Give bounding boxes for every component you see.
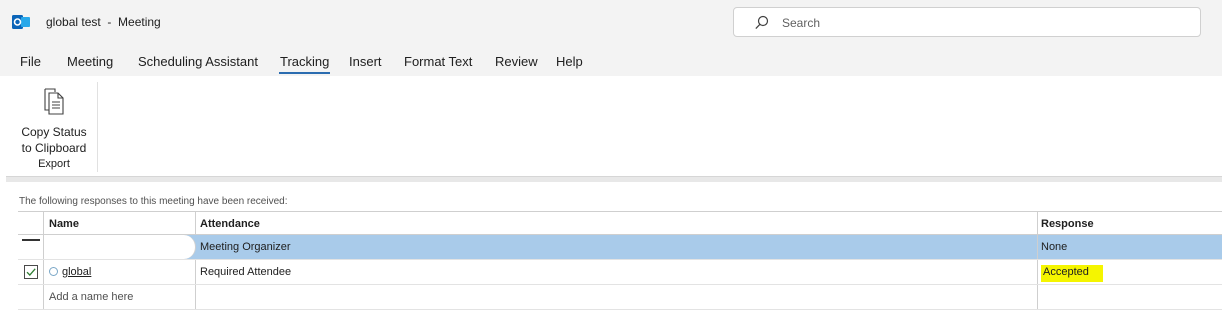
row-empty-cell [18, 285, 44, 309]
tab-insert[interactable]: Insert [349, 54, 382, 69]
tab-format-text[interactable]: Format Text [404, 54, 472, 69]
row-icon-cell [18, 235, 44, 259]
copy-status-label: Copy Status to Clipboard [21, 125, 87, 155]
tab-tracking[interactable]: Tracking [280, 54, 329, 69]
table-header: Name Attendance Response [18, 211, 1222, 235]
table-row-organizer[interactable]: Meeting Organizer None [18, 235, 1222, 260]
tab-scheduling-assistant[interactable]: Scheduling Assistant [138, 54, 258, 69]
table-row-attendee[interactable]: global Required Attendee Accepted [18, 260, 1222, 285]
organizer-icon [22, 239, 40, 241]
organizer-attendance[interactable]: Meeting Organizer [196, 235, 1038, 259]
search-icon [755, 15, 769, 30]
tab-help[interactable]: Help [556, 54, 583, 69]
organizer-name [44, 235, 196, 259]
add-name-input[interactable]: Add a name here [44, 285, 196, 309]
attendee-name-link[interactable]: global [62, 266, 91, 278]
add-response-cell [1038, 285, 1222, 309]
table-row-add[interactable]: Add a name here [18, 285, 1222, 310]
ribbon-panel: Copy Status to Clipboard Export [0, 76, 1222, 178]
outlook-icon [12, 14, 30, 30]
copy-status-button[interactable]: Copy Status to Clipboard [14, 82, 94, 162]
tab-file[interactable]: File [20, 54, 41, 69]
copy-document-icon [44, 88, 64, 115]
attendee-checkbox[interactable] [24, 265, 38, 279]
active-tab-indicator [279, 72, 330, 74]
window-title: global test - Meeting [46, 15, 161, 29]
attendee-attendance[interactable]: Required Attendee [196, 260, 1038, 284]
header-response[interactable]: Response [1038, 212, 1222, 234]
export-group-label: Export [38, 158, 70, 170]
attendee-name-cell: global [44, 260, 196, 284]
add-attendance-cell [196, 285, 1038, 309]
checkmark-icon [26, 268, 36, 276]
row-check-cell [18, 260, 44, 284]
tab-meeting[interactable]: Meeting [67, 54, 113, 69]
responses-info-text: The following responses to this meeting … [19, 196, 288, 207]
attendee-response-cell[interactable]: Accepted [1038, 260, 1222, 284]
search-box[interactable]: Search [733, 7, 1201, 37]
organizer-response[interactable]: None [1038, 235, 1222, 259]
ribbon-bottom-border [6, 176, 1222, 182]
tab-review[interactable]: Review [495, 54, 538, 69]
header-attendance[interactable]: Attendance [196, 212, 1038, 234]
attendee-response: Accepted [1041, 265, 1103, 282]
title-bar: global test - Meeting Search [0, 0, 1222, 46]
search-placeholder: Search [782, 16, 821, 30]
ribbon-tabs: File Meeting Scheduling Assistant Tracki… [0, 46, 1222, 76]
presence-icon [49, 267, 58, 276]
header-icon-column [18, 212, 44, 234]
group-divider [97, 82, 98, 172]
header-name[interactable]: Name [44, 212, 196, 234]
